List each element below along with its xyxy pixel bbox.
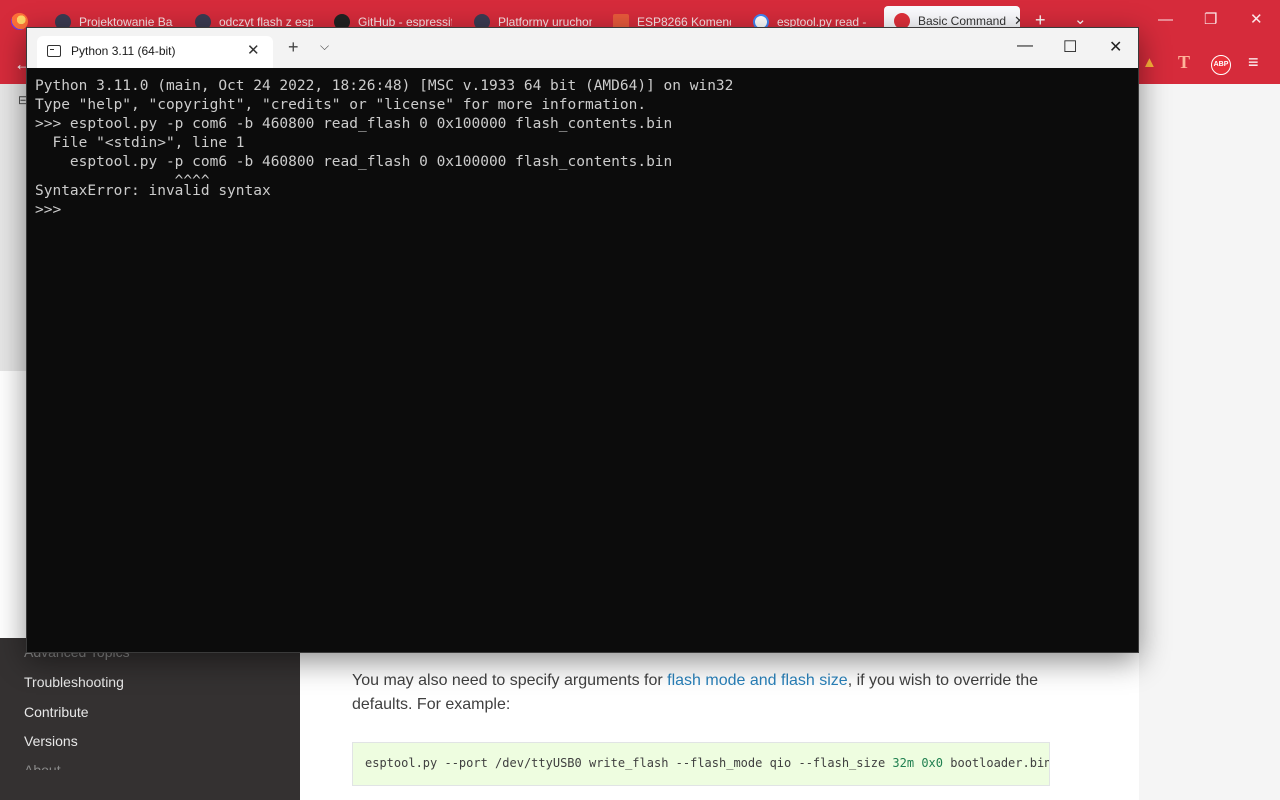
adblock-plus-icon[interactable]: ABP [1211,55,1231,75]
minimize-button[interactable]: — [1158,12,1173,28]
terminal-window[interactable]: Python 3.11 (64-bit) ✕ + ⌵ — ☐ ✕ Python … [26,27,1139,653]
window-close-button[interactable]: ✕ [1250,12,1263,28]
terminal-titlebar[interactable]: Python 3.11 (64-bit) ✕ + ⌵ — ☐ ✕ [27,28,1138,68]
terminal-new-tab-button[interactable]: + [288,37,299,58]
sidebar-item-versions[interactable]: Versions [24,733,78,749]
console-icon [47,45,61,57]
page-left-background [0,84,26,371]
terminal-line: File "<stdin>", line 1 [35,135,245,151]
menu-icon[interactable]: ≡ [1248,52,1259,73]
terminal-prompt[interactable]: >>> [35,201,1130,220]
extension-t-icon[interactable]: T [1178,52,1190,73]
close-icon[interactable]: ✕ [247,41,260,59]
extension-warning-icon[interactable]: ▲ [1142,54,1157,71]
browser-tab-label: Basic Command [918,14,1007,28]
terminal-line: Python 3.11.0 (main, Oct 24 2022, 18:26:… [35,78,734,94]
terminal-line: ^^^^ [35,173,210,182]
terminal-line: esptool.py -p com6 -b 460800 read_flash … [35,154,673,170]
docs-sidebar: Advanced Topics Troubleshooting Contribu… [0,638,300,800]
terminal-close-button[interactable]: ✕ [1109,37,1122,57]
code-number: 32m [892,756,915,770]
docs-paragraph: You may also need to specify arguments f… [352,669,1052,717]
terminal-minimize-button[interactable]: — [1017,37,1033,55]
code-number: 0x0 [921,756,944,770]
page-right-background [1139,84,1280,800]
terminal-line: SyntaxError: invalid syntax [35,183,271,199]
flash-mode-link[interactable]: flash mode and flash size [667,672,848,689]
code-line: esptool.py --port /dev/ttyUSB0 write_fla… [365,756,1050,770]
sidebar-item-troubleshooting[interactable]: Troubleshooting [24,674,124,690]
chevron-down-icon[interactable]: ⌵ [320,39,329,54]
code-text: bootloader.bin [950,756,1050,770]
terminal-maximize-button[interactable]: ☐ [1063,37,1077,57]
sidebar-item-about[interactable]: About [24,762,61,770]
terminal-output[interactable]: Python 3.11.0 (main, Oct 24 2022, 18:26:… [35,77,1130,652]
sidebar-item-contribute[interactable]: Contribute [24,704,89,720]
terminal-tab-title: Python 3.11 (64-bit) [71,44,176,58]
terminal-line: >>> esptool.py -p com6 -b 460800 read_fl… [35,116,673,132]
terminal-tab[interactable]: Python 3.11 (64-bit) ✕ [37,36,273,68]
code-block: esptool.py --port /dev/ttyUSB0 write_fla… [352,742,1050,786]
restore-button[interactable]: ❐ [1204,12,1217,28]
docs-paragraph-text: You may also need to specify arguments f… [352,672,668,689]
terminal-line: Type "help", "copyright", "credits" or "… [35,97,647,113]
code-text: esptool.py --port /dev/ttyUSB0 write_fla… [365,756,893,770]
